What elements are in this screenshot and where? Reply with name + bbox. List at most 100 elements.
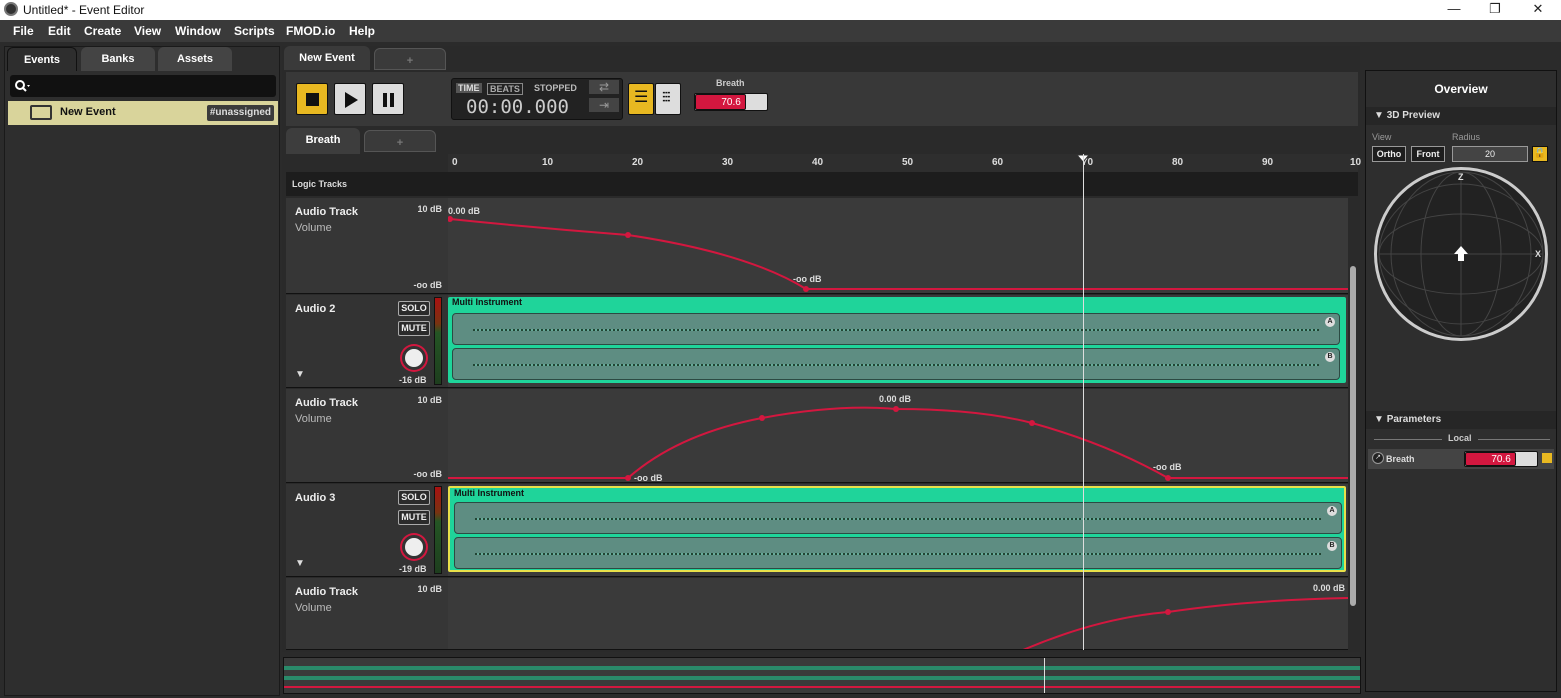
multi-instrument[interactable]: Multi Instrument A B — [448, 486, 1346, 572]
stop-icon — [306, 93, 319, 106]
mute-button[interactable]: MUTE — [398, 510, 430, 525]
event-name: New Event — [60, 106, 116, 118]
section-3d-preview[interactable]: ▼ 3D Preview — [1366, 107, 1556, 125]
volume-knob[interactable] — [402, 535, 426, 559]
tab-breath[interactable]: Breath — [286, 128, 360, 154]
curve-label: -oo dB — [1153, 462, 1182, 472]
search-input[interactable] — [10, 75, 276, 97]
volume-knob[interactable] — [402, 346, 426, 370]
ruler-tick: 80 — [1172, 157, 1184, 168]
audio-lane[interactable]: Multi Instrument A B — [448, 295, 1348, 388]
waveform-a[interactable]: A — [452, 313, 1340, 345]
mixer-view-button[interactable]: ⫶⫶⫶ — [655, 83, 681, 115]
front-button[interactable]: Front — [1411, 146, 1445, 162]
ortho-button[interactable]: Ortho — [1372, 146, 1406, 162]
track-header-audio-3[interactable]: Audio 3 SOLO MUTE -19 dB ▼ — [286, 484, 448, 577]
waveform-b[interactable]: B — [454, 537, 1342, 569]
track-header-automation[interactable]: Audio Track Volume 10 dB -oo dB — [286, 389, 448, 483]
maximize-button[interactable]: ❐ — [1473, 0, 1517, 20]
curve-label: -oo dB — [634, 473, 663, 483]
window-title: Untitled* - Event Editor — [23, 3, 145, 17]
section-title: Parameters — [1386, 414, 1442, 425]
menu-file[interactable]: File — [13, 24, 34, 38]
overview-strip[interactable] — [283, 657, 1361, 694]
menu-scripts[interactable]: Scripts — [234, 24, 275, 38]
curve-label: -oo dB — [793, 274, 822, 284]
curve-label: 0.00 dB — [879, 394, 912, 404]
tab-new-event[interactable]: New Event — [284, 46, 370, 70]
volume-curve[interactable] — [448, 198, 1348, 294]
track-subtitle: Volume — [295, 602, 332, 614]
menu-edit[interactable]: Edit — [48, 24, 71, 38]
automation-lane[interactable]: 0.00 dB — [448, 578, 1348, 650]
ruler-tick: 40 — [812, 157, 824, 168]
menu-view[interactable]: View — [134, 24, 161, 38]
follow-button[interactable]: ⇥ — [588, 97, 620, 113]
tab-assets[interactable]: Assets — [158, 47, 232, 71]
menu-window[interactable]: Window — [175, 24, 221, 38]
waveform-line — [475, 553, 1321, 555]
timeline-ruler[interactable]: 0 10 20 30 40 50 60 70 80 90 10 — [448, 154, 1361, 172]
search-icon — [15, 80, 30, 92]
track-header-audio-2[interactable]: Audio 2 SOLO MUTE -16 dB ▼ — [286, 295, 448, 388]
minimize-button[interactable]: — — [1432, 0, 1476, 20]
close-button[interactable]: ✕ — [1516, 0, 1560, 20]
time-mode-button[interactable]: TIME — [456, 83, 482, 93]
track-subtitle: Volume — [295, 222, 332, 234]
param-slider-fill: 70.6 — [1465, 452, 1516, 466]
collapse-arrow-icon[interactable]: ▼ — [295, 369, 305, 380]
pause-icon — [383, 93, 394, 107]
param-slider[interactable]: 70.6 — [1464, 451, 1538, 467]
track-name: Audio 2 — [295, 303, 336, 315]
breath-slider[interactable]: 70.6 — [694, 93, 768, 111]
badge-b: B — [1327, 541, 1337, 551]
events-browser: Events Banks Assets New Event #unassigne… — [4, 46, 280, 696]
track-level: -16 dB — [399, 375, 427, 385]
badge-b: B — [1325, 352, 1335, 362]
solo-button[interactable]: SOLO — [398, 301, 430, 316]
sphere-grid — [1378, 171, 1544, 337]
app-icon — [4, 2, 18, 16]
overview-panel: Overview ▼ 3D Preview View Radius Ortho … — [1365, 70, 1557, 692]
lock-icon[interactable]: 🔒 — [1532, 146, 1548, 162]
db-bottom: -oo dB — [413, 469, 443, 479]
waveform-line — [473, 329, 1319, 331]
solo-button[interactable]: SOLO — [398, 490, 430, 505]
list-item-event[interactable]: New Event #unassigned — [8, 101, 278, 125]
waveform-b[interactable]: B — [452, 348, 1340, 380]
play-button[interactable] — [334, 83, 366, 115]
overview-playhead — [1044, 658, 1045, 693]
pause-button[interactable] — [372, 83, 404, 115]
tab-banks[interactable]: Banks — [81, 47, 155, 71]
track-header-automation[interactable]: Audio Track Volume 10 dB -oo dB — [286, 198, 448, 294]
automation-lane[interactable]: 0.00 dB -oo dB -oo dB — [448, 389, 1348, 483]
add-param-tab-button[interactable]: + — [364, 130, 436, 152]
multi-instrument[interactable]: Multi Instrument A B — [448, 297, 1346, 383]
play-icon — [345, 92, 358, 108]
param-slider-value: 70.6 — [1491, 454, 1511, 465]
section-parameters[interactable]: ▼ Parameters — [1366, 411, 1556, 429]
menu-fmodio[interactable]: FMOD.io — [286, 24, 335, 38]
automation-lane[interactable]: 0.00 dB -oo dB — [448, 198, 1348, 294]
radius-input[interactable]: 20 — [1452, 146, 1528, 162]
3d-preview-sphere[interactable]: Z X — [1374, 167, 1548, 341]
track-header-automation[interactable]: Audio Track Volume 10 dB — [286, 578, 448, 650]
vertical-scrollbar[interactable] — [1350, 266, 1356, 606]
collapse-arrow-icon[interactable]: ▼ — [295, 558, 305, 569]
param-row-breath[interactable]: ↗ Breath 70.6 — [1368, 449, 1554, 469]
audio-lane[interactable]: Multi Instrument A B — [448, 484, 1348, 577]
menu-create[interactable]: Create — [84, 24, 121, 38]
volume-curve[interactable] — [448, 578, 1348, 650]
param-color-swatch[interactable] — [1542, 453, 1552, 463]
tab-events[interactable]: Events — [7, 47, 77, 71]
loop-button[interactable]: ⇄ — [588, 79, 620, 95]
add-tab-button[interactable]: + — [374, 48, 446, 70]
waveform-a[interactable]: A — [454, 502, 1342, 534]
badge-a: A — [1327, 506, 1337, 516]
menu-help[interactable]: Help — [349, 24, 375, 38]
mute-button[interactable]: MUTE — [398, 321, 430, 336]
list-view-button[interactable]: ☰ — [628, 83, 654, 115]
curve-label: 0.00 dB — [1313, 583, 1346, 593]
stop-button[interactable] — [296, 83, 328, 115]
beats-mode-button[interactable]: BEATS — [487, 83, 523, 95]
